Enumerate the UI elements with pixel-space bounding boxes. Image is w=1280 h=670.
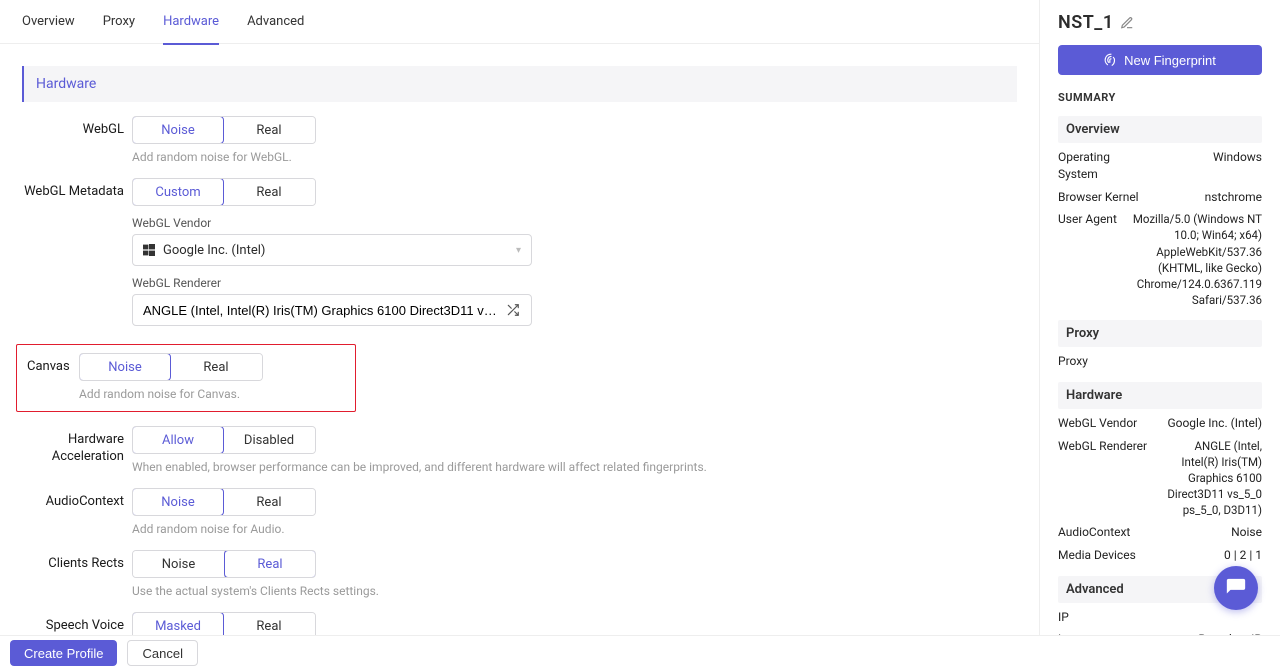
label-webgl-renderer: WebGL Renderer xyxy=(132,276,1017,290)
shuffle-icon[interactable] xyxy=(505,303,521,317)
v-renderer: ANGLE (Intel, Intel(R) Iris(TM) Graphics… xyxy=(1157,438,1262,518)
toggle-audio-real[interactable]: Real xyxy=(223,489,315,515)
fingerprint-icon xyxy=(1104,53,1118,67)
tab-hardware[interactable]: Hardware xyxy=(163,0,219,44)
toggle-webgl-real[interactable]: Real xyxy=(223,117,315,143)
subhead-overview: Overview xyxy=(1058,116,1262,143)
v-media: 0 | 2 | 1 xyxy=(1224,547,1262,564)
toggle-canvas-real[interactable]: Real xyxy=(170,354,262,380)
input-webgl-renderer-field[interactable] xyxy=(143,303,497,318)
windows-icon xyxy=(143,244,155,256)
new-fingerprint-label: New Fingerprint xyxy=(1124,53,1216,68)
label-audio: AudioContext xyxy=(22,488,132,536)
toggle-speech-masked[interactable]: Masked xyxy=(132,612,224,635)
chat-icon xyxy=(1225,577,1247,599)
toggle-audio-noise[interactable]: Noise xyxy=(132,488,224,516)
row-webgl: WebGL Noise Real Add random noise for We… xyxy=(22,116,1017,164)
k-media: Media Devices xyxy=(1058,547,1136,564)
edit-icon[interactable] xyxy=(1120,16,1134,30)
toggle-clients-rects: Noise Real xyxy=(132,550,316,578)
section-hardware-header: Hardware xyxy=(22,66,1017,102)
v-kernel: nstchrome xyxy=(1205,189,1262,206)
v-audio: Noise xyxy=(1231,524,1262,541)
hint-hw-accel: When enabled, browser performance can be… xyxy=(132,460,1017,474)
label-clients-rects: Clients Rects xyxy=(22,550,132,598)
hint-canvas: Add random noise for Canvas. xyxy=(79,387,345,401)
label-speech: Speech Voice xyxy=(22,612,132,635)
footer: Create Profile Cancel xyxy=(0,635,1280,670)
tab-overview[interactable]: Overview xyxy=(22,0,75,44)
k-ip: IP xyxy=(1058,609,1069,626)
select-webgl-vendor-value: Google Inc. (Intel) xyxy=(163,243,265,258)
tab-bar: Overview Proxy Hardware Advanced xyxy=(0,0,1039,44)
profile-title: NST_1 xyxy=(1058,12,1114,33)
hint-webgl: Add random noise for WebGL. xyxy=(132,150,1017,164)
row-clients-rects: Clients Rects Noise Real Use the actual … xyxy=(22,550,1017,598)
toggle-audio: Noise Real xyxy=(132,488,316,516)
chevron-down-icon: ▾ xyxy=(516,245,521,256)
row-webgl-meta: WebGL Metadata Custom Real WebGL Vendor … xyxy=(22,178,1017,326)
label-hw-accel: Hardware Acceleration xyxy=(22,426,132,474)
toggle-clients-rects-noise[interactable]: Noise xyxy=(133,551,225,577)
toggle-webgl-noise[interactable]: Noise xyxy=(132,116,224,144)
hint-audio: Add random noise for Audio. xyxy=(132,522,1017,536)
toggle-webgl-meta: Custom Real xyxy=(132,178,316,206)
toggle-webgl-meta-real[interactable]: Real xyxy=(223,179,315,205)
input-webgl-renderer[interactable] xyxy=(132,294,532,326)
toggle-speech: Masked Real xyxy=(132,612,316,635)
create-profile-button[interactable]: Create Profile xyxy=(10,640,117,666)
k-renderer: WebGL Renderer xyxy=(1058,438,1147,518)
toggle-hw-accel-allow[interactable]: Allow xyxy=(132,426,224,454)
new-fingerprint-button[interactable]: New Fingerprint xyxy=(1058,45,1262,75)
label-webgl-meta: WebGL Metadata xyxy=(22,178,132,326)
toggle-speech-real[interactable]: Real xyxy=(223,613,315,635)
k-audio: AudioContext xyxy=(1058,524,1130,541)
select-webgl-vendor[interactable]: Google Inc. (Intel) ▾ xyxy=(132,234,532,266)
toggle-canvas-noise[interactable]: Noise xyxy=(79,353,171,381)
subhead-proxy: Proxy xyxy=(1058,320,1262,347)
k-vendor: WebGL Vendor xyxy=(1058,415,1137,432)
toggle-clients-rects-real[interactable]: Real xyxy=(224,550,316,578)
toggle-webgl-meta-custom[interactable]: Custom xyxy=(132,178,224,206)
toggle-canvas: Noise Real xyxy=(79,353,263,381)
hint-clients-rects: Use the actual system's Clients Rects se… xyxy=(132,584,1017,598)
tab-proxy[interactable]: Proxy xyxy=(103,0,135,44)
row-canvas: Canvas Noise Real Add random noise for C… xyxy=(22,344,1017,412)
toggle-webgl: Noise Real xyxy=(132,116,316,144)
row-hw-accel: Hardware Acceleration Allow Disabled Whe… xyxy=(22,426,1017,474)
k-proxy: Proxy xyxy=(1058,353,1088,370)
label-webgl: WebGL xyxy=(22,116,132,164)
v-os: Windows xyxy=(1213,149,1262,183)
subhead-hardware: Hardware xyxy=(1058,382,1262,409)
v-vendor: Google Inc. (Intel) xyxy=(1167,415,1262,432)
row-speech: Speech Voice Masked Real Use matching va… xyxy=(22,612,1017,635)
summary-heading: SUMMARY xyxy=(1058,91,1262,104)
k-os: Operating System xyxy=(1058,149,1148,183)
chat-fab[interactable] xyxy=(1214,566,1258,610)
label-webgl-vendor: WebGL Vendor xyxy=(132,216,1017,230)
cancel-button[interactable]: Cancel xyxy=(127,640,197,666)
label-canvas: Canvas xyxy=(27,353,79,401)
v-ua: Mozilla/5.0 (Windows NT 10.0; Win64; x64… xyxy=(1127,211,1262,308)
tab-advanced[interactable]: Advanced xyxy=(247,0,304,44)
toggle-hw-accel: Allow Disabled xyxy=(132,426,316,454)
toggle-hw-accel-disabled[interactable]: Disabled xyxy=(223,427,315,453)
k-kernel: Browser Kernel xyxy=(1058,189,1139,206)
summary-panel: NST_1 New Fingerprint SUMMARY Overview O… xyxy=(1040,0,1280,635)
row-audio: AudioContext Noise Real Add random noise… xyxy=(22,488,1017,536)
k-ua: User Agent xyxy=(1058,211,1117,308)
